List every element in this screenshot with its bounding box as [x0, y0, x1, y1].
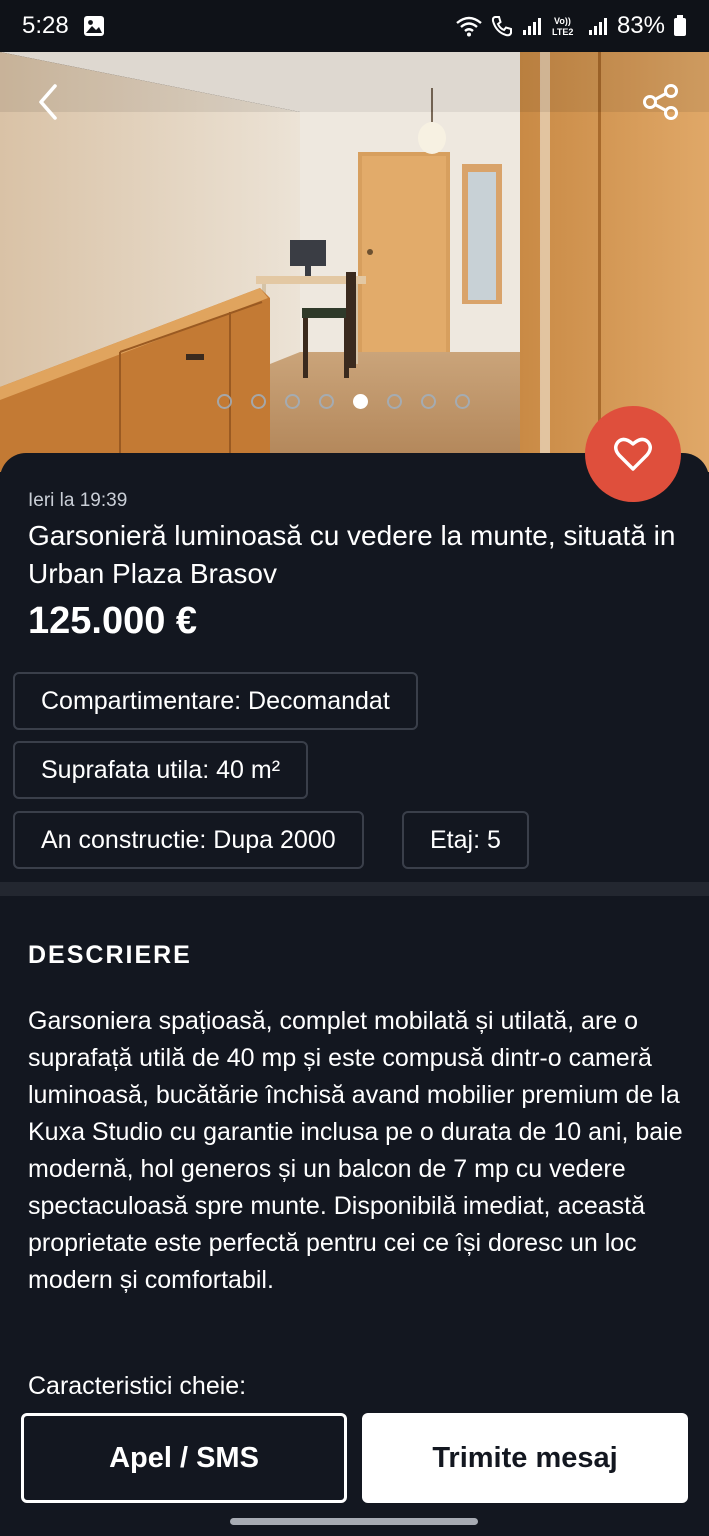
back-button[interactable]	[24, 78, 72, 126]
posted-date: Ieri la 19:39	[28, 490, 128, 511]
gallery-dot[interactable]	[421, 394, 436, 409]
phone-call-icon	[491, 15, 513, 37]
home-indicator[interactable]	[230, 1518, 478, 1525]
heart-icon	[614, 437, 652, 471]
call-sms-button[interactable]: Apel / SMS	[21, 1413, 347, 1503]
image-icon	[83, 15, 105, 37]
signal-icon	[587, 15, 609, 37]
back-arrow-icon	[39, 84, 57, 120]
svg-text:Vo)): Vo))	[554, 16, 571, 26]
gallery-dot[interactable]	[217, 394, 232, 409]
volte-icon: Vo)) LTE2	[551, 14, 579, 38]
description-text: Garsoniera spațioasă, complet mobilată ș…	[28, 1007, 683, 1294]
status-bar: 5:28 Vo)) LTE2 83%	[0, 0, 709, 52]
gallery-dot[interactable]	[455, 394, 470, 409]
battery-icon	[673, 15, 687, 37]
gallery-dot[interactable]	[285, 394, 300, 409]
favorite-button[interactable]	[585, 406, 681, 502]
key-features-label: Caracteristici cheie:	[28, 1372, 247, 1400]
listing-title: Garsonieră luminoasă cu vedere la munte,…	[28, 520, 676, 589]
gallery-dot[interactable]	[387, 394, 402, 409]
status-left: 5:28	[22, 12, 105, 40]
photo-gallery[interactable]	[0, 52, 709, 472]
gallery-pagination[interactable]	[0, 394, 698, 409]
attribute-chip: Compartimentare: Decomandat	[13, 672, 418, 730]
status-time: 5:28	[22, 12, 69, 39]
listing-price: 125.000 €	[28, 600, 198, 642]
status-right: Vo)) LTE2 83%	[455, 12, 687, 40]
gallery-dot[interactable]	[319, 394, 334, 409]
share-icon	[643, 84, 678, 120]
gallery-dot[interactable]	[251, 394, 266, 409]
send-message-button[interactable]: Trimite mesaj	[362, 1413, 688, 1503]
section-divider	[0, 882, 709, 896]
listing-screen: 5:28 Vo)) LTE2 83% Ieri la 19:39 Garsoni…	[0, 0, 709, 1536]
wifi-calling-icon	[455, 15, 483, 37]
svg-text:LTE2: LTE2	[552, 27, 573, 37]
gallery-dot[interactable]	[353, 394, 368, 409]
attribute-chip: Suprafata utila: 40 m²	[13, 741, 309, 799]
attribute-chip: Etaj: 5	[402, 811, 529, 869]
listing-photo	[0, 52, 709, 472]
battery-percent: 83%	[616, 12, 665, 39]
share-button[interactable]	[637, 78, 685, 126]
signal-icon	[521, 15, 543, 37]
description-heading: DESCRIERE	[28, 941, 192, 969]
attribute-chip: An constructie: Dupa 2000	[13, 811, 364, 869]
